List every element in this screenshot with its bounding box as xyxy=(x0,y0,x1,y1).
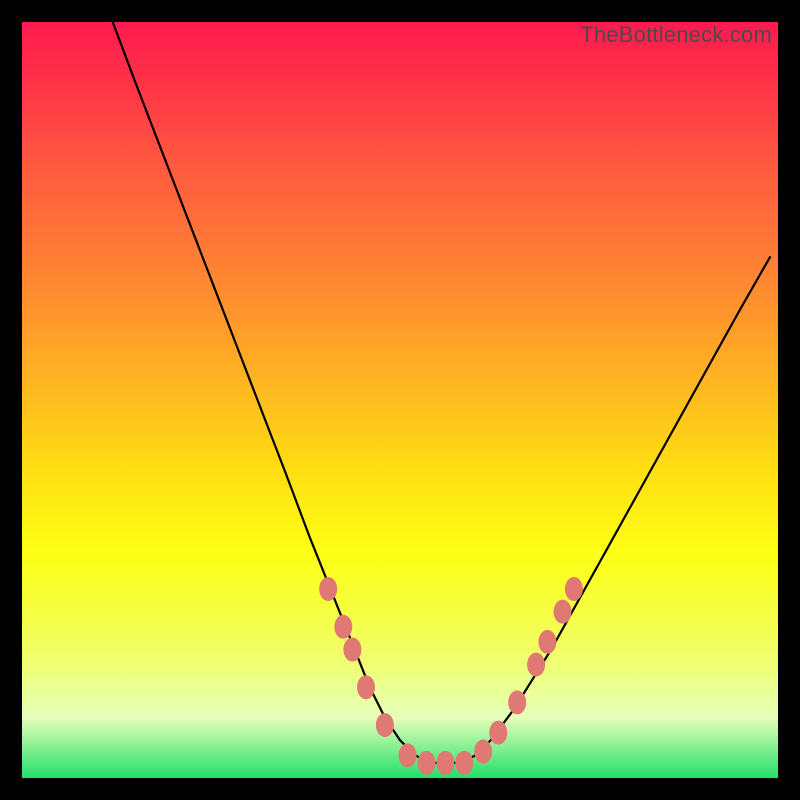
bottleneck-curve xyxy=(22,22,778,778)
curve-marker xyxy=(376,713,394,737)
curve-marker xyxy=(319,577,337,601)
curve-marker xyxy=(343,637,361,661)
curve-marker xyxy=(538,630,556,654)
curve-marker xyxy=(334,615,352,639)
curve-marker xyxy=(417,751,435,775)
curve-marker xyxy=(527,653,545,677)
curve-marker xyxy=(399,743,417,767)
marker-group xyxy=(319,577,583,775)
curve-marker xyxy=(436,751,454,775)
curve-marker xyxy=(554,600,572,624)
chart-frame: TheBottleneck.com xyxy=(0,0,800,800)
curve-marker xyxy=(455,751,473,775)
curve-marker xyxy=(357,675,375,699)
curve-marker xyxy=(565,577,583,601)
curve-path xyxy=(113,22,771,763)
curve-marker xyxy=(474,740,492,764)
curve-marker xyxy=(508,690,526,714)
curve-marker xyxy=(489,721,507,745)
plot-area: TheBottleneck.com xyxy=(22,22,778,778)
